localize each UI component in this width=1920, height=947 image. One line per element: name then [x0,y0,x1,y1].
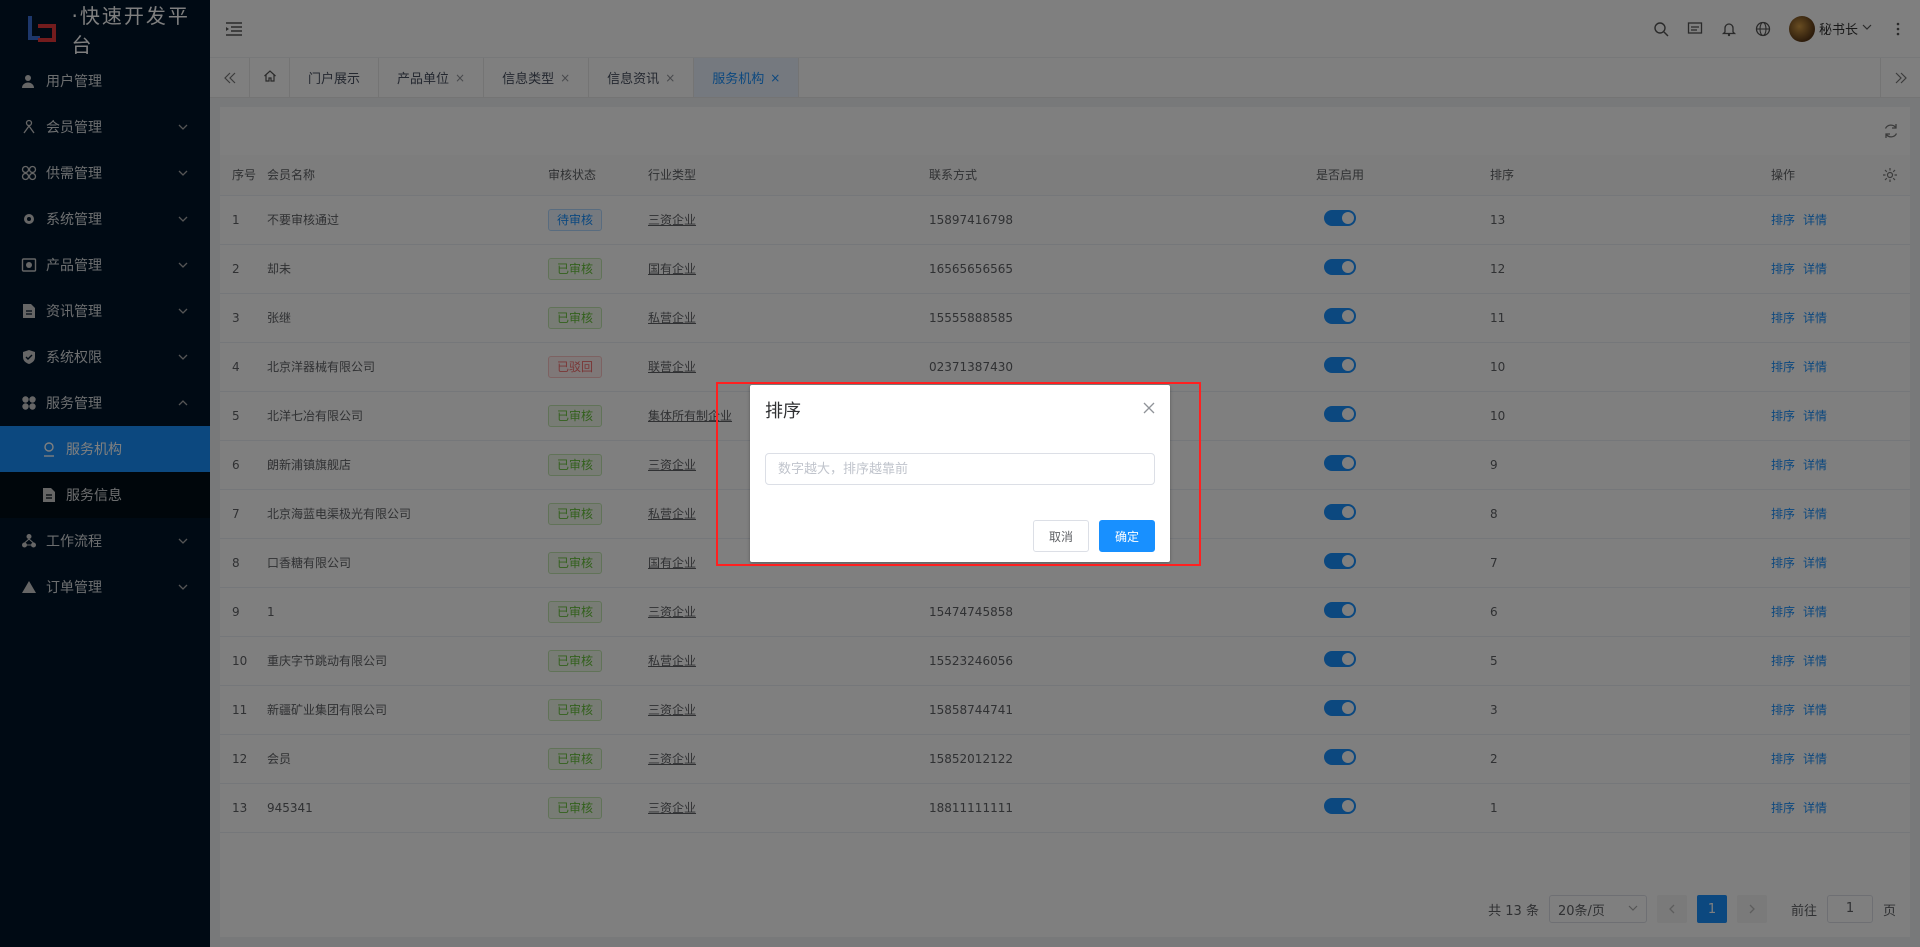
sort-input[interactable] [765,453,1155,485]
dialog-title: 排序 [765,401,801,422]
close-icon[interactable] [1142,401,1156,415]
confirm-button[interactable]: 确定 [1099,520,1155,552]
sort-dialog: 排序 取消 确定 [750,385,1170,562]
cancel-button[interactable]: 取消 [1033,520,1089,552]
